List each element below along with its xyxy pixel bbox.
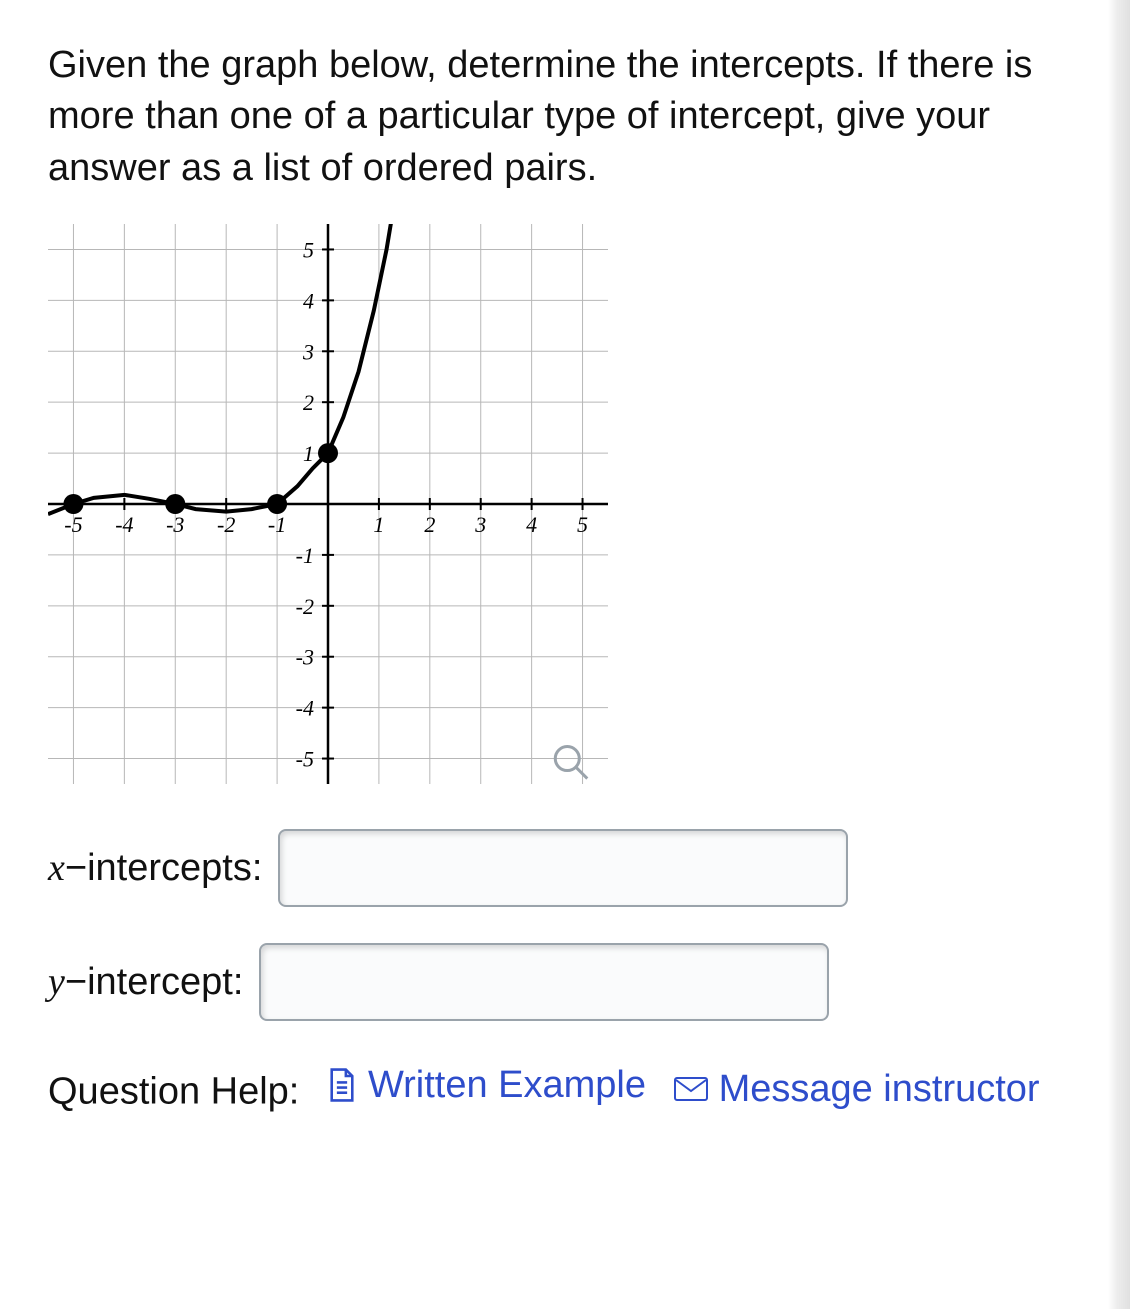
document-icon	[326, 1067, 358, 1103]
svg-text:-4: -4	[115, 512, 133, 537]
svg-text:-3: -3	[166, 512, 184, 537]
x-intercepts-label: x−intercepts:	[48, 846, 262, 890]
y-intercept-input[interactable]	[259, 943, 829, 1021]
written-example-link[interactable]: Written Example	[326, 1057, 646, 1114]
message-instructor-text: Message instructor	[719, 1061, 1040, 1118]
written-example-text: Written Example	[368, 1057, 646, 1114]
x-intercepts-input[interactable]	[278, 829, 848, 907]
question-text: Given the graph below, determine the int…	[48, 40, 1082, 194]
svg-text:-1: -1	[268, 512, 286, 537]
svg-text:-4: -4	[296, 696, 314, 721]
envelope-icon	[673, 1075, 709, 1103]
svg-text:1: 1	[373, 512, 384, 537]
graph: -5 -4 -3 -2 -1 1 2 3 4 5 -5 -4 -3 -2 -1 1 2 3 4 5	[48, 224, 1082, 789]
svg-text:3: 3	[474, 512, 486, 537]
svg-text:5: 5	[303, 237, 314, 262]
svg-text:-2: -2	[217, 512, 235, 537]
message-instructor-link[interactable]: Message instructor	[673, 1061, 1040, 1118]
question-help: Question Help: Written Example Message i…	[48, 1057, 1082, 1121]
y-intercept-label: y−intercept:	[48, 960, 243, 1004]
svg-text:-3: -3	[296, 645, 314, 670]
svg-text:5: 5	[577, 512, 588, 537]
svg-text:-1: -1	[296, 543, 314, 568]
svg-text:-5: -5	[64, 512, 82, 537]
x-intercepts-row: x−intercepts:	[48, 829, 1082, 907]
svg-text:4: 4	[303, 288, 314, 313]
scrollbar-shadow	[1108, 0, 1130, 1309]
svg-text:2: 2	[424, 512, 435, 537]
svg-text:1: 1	[303, 441, 314, 466]
svg-text:-2: -2	[296, 594, 314, 619]
question-help-label: Question Help:	[48, 1070, 299, 1112]
svg-text:-5: -5	[296, 746, 314, 771]
svg-text:4: 4	[526, 512, 537, 537]
y-intercept-row: y−intercept:	[48, 943, 1082, 1021]
svg-text:3: 3	[302, 339, 314, 364]
svg-text:2: 2	[303, 390, 314, 415]
